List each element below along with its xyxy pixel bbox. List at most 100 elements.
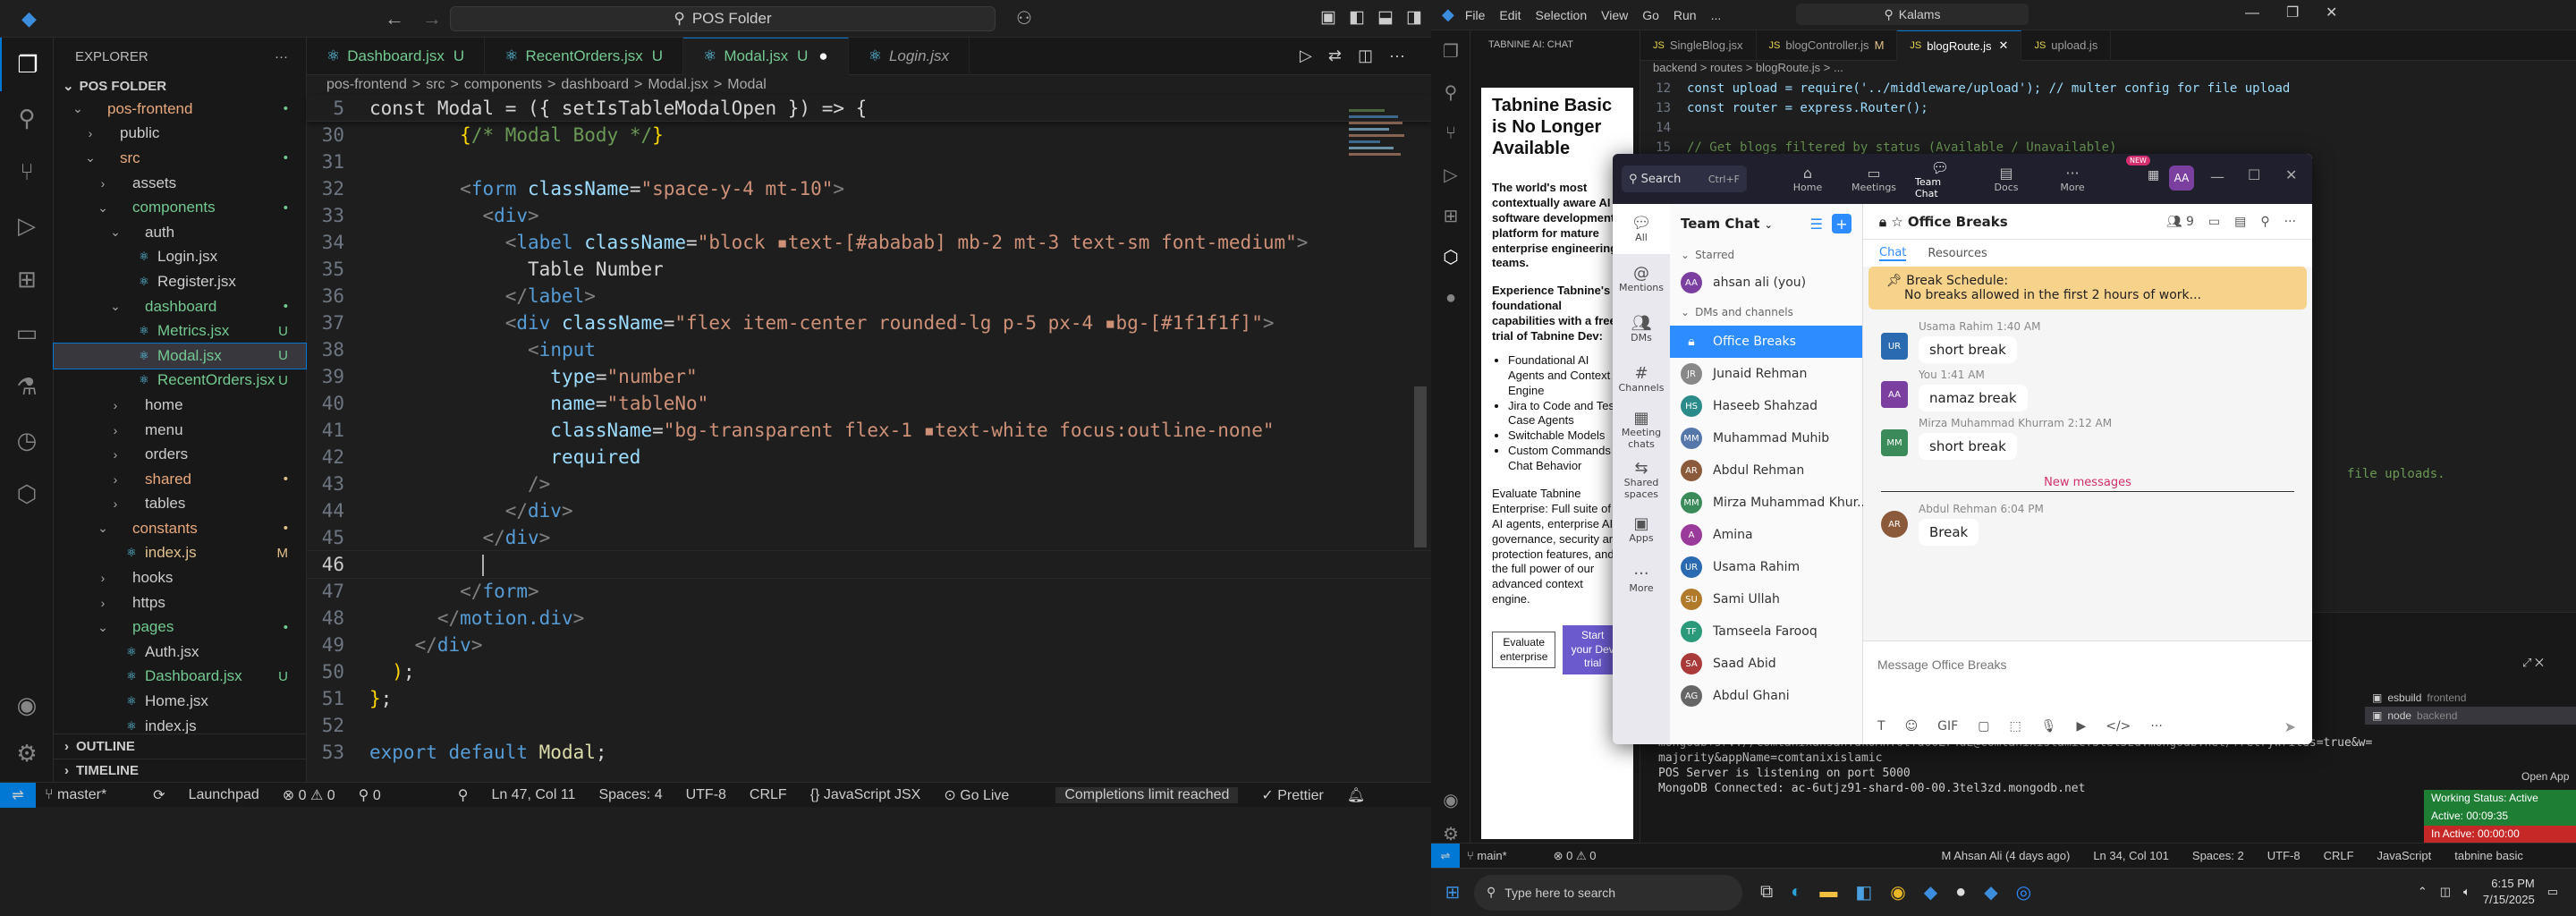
- code-icon[interactable]: </>: [2106, 719, 2131, 734]
- compare-icon[interactable]: ⇄: [1328, 47, 1342, 65]
- message-row[interactable]: AA You 1:41 AM namaz break: [1881, 369, 2294, 411]
- minimize-icon[interactable]: —: [2210, 168, 2224, 185]
- source-control-icon[interactable]: ⑂: [1431, 113, 1470, 154]
- chevron-down-icon[interactable]: ⌄: [63, 78, 74, 94]
- zoom-search[interactable]: ⚲ Search Ctrl+F: [1622, 165, 1747, 192]
- close-icon[interactable]: ✕: [1999, 38, 2009, 53]
- branch-status[interactable]: ⑂ master*: [45, 787, 130, 803]
- screenshot-icon[interactable]: ⬚: [2009, 719, 2021, 734]
- chat-tab[interactable]: Chat: [1879, 246, 1907, 261]
- prettier-status[interactable]: ✓ Prettier: [1261, 786, 1323, 804]
- toggle-secondary-icon[interactable]: ◨: [1406, 7, 1422, 28]
- new-chat-button[interactable]: +: [1832, 214, 1852, 233]
- rail-apps[interactable]: ▣ Apps: [1613, 505, 1670, 555]
- close-icon[interactable]: ✕: [2285, 166, 2297, 183]
- folder-item[interactable]: › hooks: [54, 565, 306, 590]
- search-icon[interactable]: ⚲: [2260, 215, 2269, 229]
- avatar[interactable]: AA: [1881, 381, 1908, 408]
- back-arrow-icon[interactable]: ←: [385, 7, 404, 30]
- nav-more[interactable]: ··· More: [2047, 165, 2097, 193]
- calendar-icon[interactable]: ▤: [2234, 215, 2246, 229]
- launchpad-status[interactable]: Launchpad: [189, 787, 259, 803]
- code-line[interactable]: 13 const router = express.Router();: [1640, 98, 2576, 118]
- window-minimize-icon[interactable]: —: [2245, 5, 2259, 21]
- menu-item[interactable]: Go: [1642, 8, 1659, 22]
- task-view-icon[interactable]: ⧉: [1760, 882, 1773, 903]
- split-editor-icon[interactable]: ◫: [1358, 47, 1373, 65]
- notifications-icon[interactable]: 🔔︎: [1347, 786, 1365, 804]
- folder-item[interactable]: ⌄ dashboard •: [54, 294, 306, 319]
- folder-item[interactable]: ⌄ auth: [54, 220, 306, 245]
- sync-icon[interactable]: ⟳: [153, 786, 165, 804]
- chrome-icon[interactable]: ◉: [1890, 881, 1905, 903]
- nav-docs[interactable]: ▤ Docs: [1981, 165, 2031, 193]
- git-blame[interactable]: M Ahsan Ali (4 days ago): [1942, 849, 2071, 862]
- run-debug-icon[interactable]: ▷: [0, 199, 54, 252]
- folder-item[interactable]: › home: [54, 393, 306, 418]
- message-row[interactable]: MM Mirza Muhammad Khurram 2:12 AM short br…: [1881, 417, 2294, 460]
- code-line[interactable]: 14: [1640, 118, 2576, 138]
- dms-section[interactable]: ⌄ DMs and channels: [1670, 299, 1862, 326]
- rail-shared-spaces[interactable]: ⇆ Shared spaces: [1613, 454, 1670, 505]
- nav-team-chat[interactable]: 💬︎ Team Chat: [1915, 159, 1965, 199]
- video-icon[interactable]: ▭: [2208, 215, 2220, 229]
- format-icon[interactable]: T: [1877, 719, 1885, 734]
- toggle-panel-icon[interactable]: ⬓: [1377, 7, 1394, 28]
- unsaved-dot-icon[interactable]: ●: [818, 47, 827, 65]
- code-editor[interactable]: 30 {/* Modal Body */} 31 32 <form classNam…: [306, 122, 1432, 766]
- more-icon[interactable]: ···: [2284, 215, 2296, 229]
- breadcrumb-item[interactable]: Modal.jsx: [648, 77, 708, 93]
- code-line[interactable]: 35 Table Number: [307, 256, 1431, 283]
- indentation[interactable]: Spaces: 4: [598, 787, 662, 803]
- breadcrumb-item[interactable]: components: [464, 77, 542, 93]
- editor-tab[interactable]: ⚛ Login.jsx: [849, 37, 970, 75]
- file-item[interactable]: ⚛ Register.jsx: [54, 269, 306, 294]
- channel-item[interactable]: UR Usama Rahim: [1670, 551, 1862, 583]
- terminal-instance[interactable]: ▣ node backend: [2365, 707, 2576, 725]
- zoom-taskbar-icon[interactable]: ◎: [2016, 881, 2031, 903]
- remote-explorer-icon[interactable]: ▭: [0, 306, 54, 360]
- code-line[interactable]: 42 required: [307, 444, 1431, 471]
- drop-icon[interactable]: ●: [1431, 277, 1470, 318]
- pinned-banner[interactable]: 📌︎ Break Schedule: No breaks allowed in …: [1868, 267, 2307, 310]
- window-restore-icon[interactable]: ❐: [2286, 4, 2299, 21]
- clock[interactable]: 6:15 PM 7/15/2025: [2483, 876, 2535, 908]
- folder-item[interactable]: ⌄ src •: [54, 146, 306, 171]
- volume-icon[interactable]: 🔈︎: [2463, 885, 2470, 899]
- channel-item[interactable]: AR Abdul Rehman: [1670, 454, 1862, 487]
- code-line[interactable]: 48 </motion.div>: [307, 605, 1431, 632]
- go-live[interactable]: ⊙ Go Live: [944, 786, 1032, 804]
- remote-icon[interactable]: ⇌: [1431, 843, 1460, 869]
- folder-item[interactable]: › menu: [54, 418, 306, 443]
- ports-status[interactable]: ⚲ 0: [359, 786, 381, 804]
- code-line[interactable]: 38 <input: [307, 336, 1431, 363]
- breadcrumb-item[interactable]: dashboard: [561, 77, 629, 93]
- more-actions-icon[interactable]: ···: [275, 49, 288, 64]
- code-line[interactable]: 32 <form className="space-y-4 mt-10">: [307, 175, 1431, 202]
- editor-tab[interactable]: JS blogRoute.js ✕: [1897, 30, 2022, 61]
- search-icon[interactable]: ⚲: [1431, 72, 1470, 113]
- extensions-icon[interactable]: ⊞: [1431, 195, 1470, 236]
- channel-item[interactable]: 🔒︎ Office Breaks: [1670, 326, 1862, 358]
- vscode2-taskbar-icon[interactable]: ◆: [1984, 881, 1997, 903]
- channel-item[interactable]: AA ahsan ali (you): [1670, 267, 1862, 299]
- remote-icon[interactable]: ⇌: [0, 782, 36, 808]
- folder-item[interactable]: ⌄ components •: [54, 195, 306, 220]
- breadcrumb[interactable]: pos-frontend > src > components > dashboard > Mo…: [307, 75, 1431, 95]
- channel-item[interactable]: SU Sami Ullah: [1670, 583, 1862, 615]
- cursor-position[interactable]: Ln 47, Col 11: [491, 787, 575, 803]
- breadcrumb-item[interactable]: pos-frontend: [326, 77, 407, 93]
- breadcrumb[interactable]: backend > routes > blogRoute.js > ...: [1640, 61, 2576, 79]
- run-icon[interactable]: ▷: [1300, 47, 1312, 65]
- windows-start-icon[interactable]: ⊞: [1431, 881, 1474, 903]
- avatar[interactable]: MM: [1881, 429, 1908, 456]
- edge-icon[interactable]: ◐: [1791, 882, 1801, 903]
- code-line[interactable]: 31: [307, 148, 1431, 175]
- tray-chevron-icon[interactable]: ⌃: [2418, 885, 2428, 899]
- tabnine-icon[interactable]: ⬡: [1431, 236, 1470, 277]
- tabnine-status[interactable]: tabnine basic: [2454, 849, 2523, 862]
- branch-status[interactable]: ⑂ main*: [1467, 849, 1530, 862]
- file-item[interactable]: ⚛ Metrics.jsx U: [54, 318, 306, 344]
- toggle-sidebar-icon[interactable]: ◧: [1349, 7, 1365, 28]
- editor-tab[interactable]: JS SingleBlog.jsx: [1640, 30, 1757, 61]
